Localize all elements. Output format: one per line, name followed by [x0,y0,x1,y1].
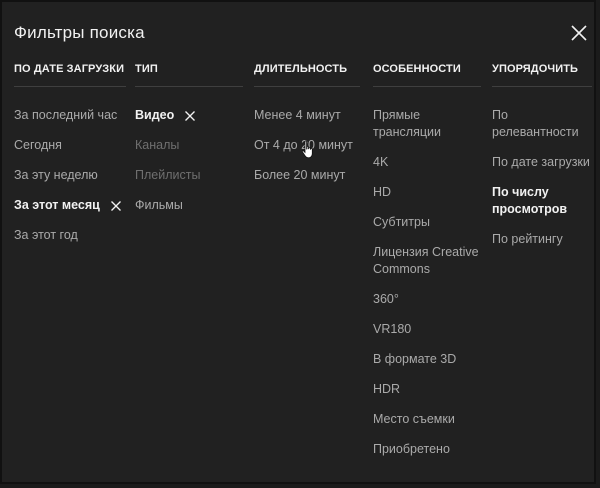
filter-option-label: Субтитры [373,215,430,229]
filter-options: Прямые трансляции 4K HD Субтитры Лицензия Cr… [373,107,481,458]
filter-options: За последний час Сегодня За эту неделю За э… [14,107,126,244]
filter-options: Видео Каналы Плейлисты Фильмы [135,107,243,214]
filter-option-label: Прямые трансляции [373,108,441,139]
filter-option-label: За этот месяц [14,198,100,212]
filter-option: Каналы [135,137,243,154]
filter-column: ТИП Видео Каналы Плейлисты Фильмы [135,60,243,227]
filter-option[interactable]: VR180 [373,321,481,338]
filter-option[interactable]: Сегодня [14,137,126,154]
filter-column: УПОРЯДОЧИТЬ По релевантности По дате загру… [492,60,592,261]
column-divider [492,86,592,87]
filter-options: По релевантности По дате загрузки По числу… [492,107,592,248]
filter-option[interactable]: Более 20 минут [254,167,360,184]
filter-option-label: Менее 4 минут [254,108,341,122]
filter-options: Менее 4 минут От 4 до 20 минут Более 20 ми… [254,107,360,184]
filter-option[interactable]: От 4 до 20 минут [254,137,360,154]
filter-option[interactable]: Лицензия Creative Commons [373,244,481,278]
filter-option-label: Приобретено [373,442,450,456]
filter-column: ДЛИТЕЛЬНОСТЬ Менее 4 минут От 4 до 20 мину… [254,60,360,197]
filter-option[interactable]: По числу просмотров [492,184,592,218]
filter-option[interactable]: За последний час [14,107,126,124]
filter-option[interactable]: По релевантности [492,107,592,141]
column-header: ОСОБЕННОСТИ [373,63,461,75]
filter-option[interactable]: Менее 4 минут [254,107,360,124]
column-header: УПОРЯДОЧИТЬ [492,63,579,75]
filter-option[interactable]: Приобретено [373,441,481,458]
filter-option-label: По дате загрузки [492,155,590,169]
filter-option[interactable]: Видео [135,107,243,124]
column-header: ДЛИТЕЛЬНОСТЬ [254,63,348,75]
filter-option[interactable]: Место съемки [373,411,481,428]
column-header: ТИП [135,63,158,75]
clear-filter-icon[interactable] [184,110,196,122]
filter-option[interactable]: За этот месяц [14,197,126,214]
filter-option-label: Более 20 минут [254,168,346,182]
filter-option-label: По рейтингу [492,232,563,246]
filter-option[interactable]: Фильмы [135,197,243,214]
clear-filter-icon[interactable] [110,200,122,212]
filter-option-label: HD [373,185,392,199]
filter-option-label: HDR [373,382,401,396]
filter-option-label: От 4 до 20 минут [254,138,353,152]
filter-column: ОСОБЕННОСТИ Прямые трансляции 4K HD Субтитры… [373,60,481,471]
filter-option[interactable]: За этот год [14,227,126,244]
filter-option-label: В формате 3D [373,352,457,366]
close-button[interactable] [568,22,590,44]
column-divider [135,86,243,87]
column-divider [254,86,360,87]
filter-option-label: По числу просмотров [492,185,568,216]
filter-option[interactable]: Прямые трансляции [373,107,481,141]
filter-option[interactable]: За эту неделю [14,167,126,184]
filter-option-label: Видео [135,108,175,122]
filter-option-label: Сегодня [14,138,62,152]
column-divider [14,86,126,87]
filter-option: Плейлисты [135,167,243,184]
search-filters-dialog: Фильтры поиска ПО ДАТЕ ЗАГРУЗКИ За послед… [0,0,596,484]
column-header: ПО ДАТЕ ЗАГРУЗКИ [14,63,125,75]
filter-option-label: Каналы [135,138,180,152]
filter-option-label: За этот год [14,228,78,242]
filter-option-label: Лицензия Creative Commons [373,245,479,276]
filter-option-label: За последний час [14,108,118,122]
filter-option[interactable]: По рейтингу [492,231,592,248]
filter-option-label: Место съемки [373,412,455,426]
filter-option[interactable]: Субтитры [373,214,481,231]
filter-option-label: За эту неделю [14,168,98,182]
column-divider [373,86,481,87]
filter-option-label: VR180 [373,322,412,336]
filter-option[interactable]: По дате загрузки [492,154,592,171]
filter-option[interactable]: 360° [373,291,481,308]
filter-option-label: Фильмы [135,198,183,212]
filter-option[interactable]: В формате 3D [373,351,481,368]
filter-option[interactable]: HDR [373,381,481,398]
dialog-title: Фильтры поиска [14,23,145,42]
filter-option-label: 4K [373,155,389,169]
filter-option-label: 360° [373,292,399,306]
filter-option[interactable]: HD [373,184,481,201]
filter-column: ПО ДАТЕ ЗАГРУЗКИ За последний час Сегодня З… [14,60,126,257]
filter-option[interactable]: 4K [373,154,481,171]
filter-option-label: По релевантности [492,108,579,139]
close-icon [571,25,587,41]
filter-option-label: Плейлисты [135,168,201,182]
